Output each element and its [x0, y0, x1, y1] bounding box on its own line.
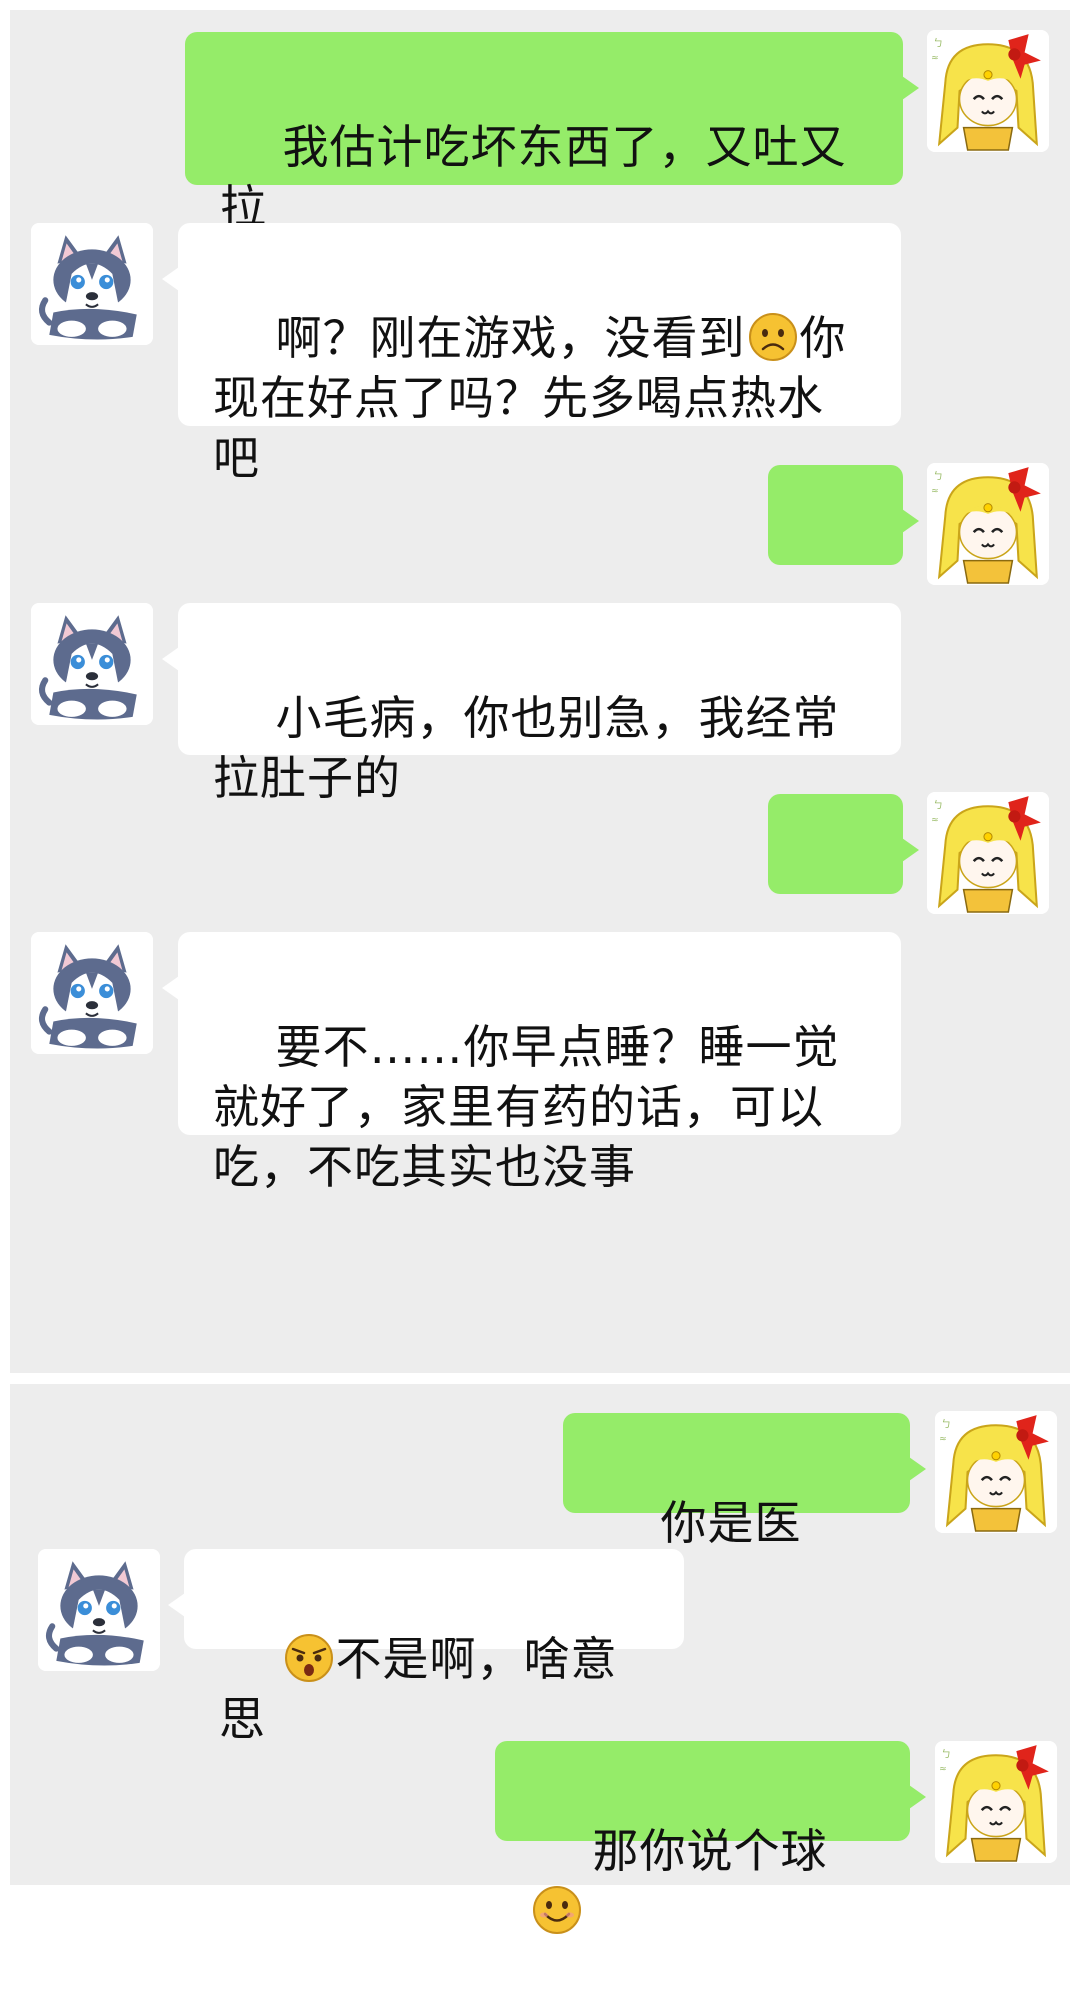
message-text: 我估计吃坏东西了，又吐又拉 [220, 120, 847, 234]
anime-girl-red-bow-avatar-icon [927, 792, 1049, 914]
message-text: 不是啊，啥意思 [219, 1632, 618, 1746]
sad-face-emoji-icon [748, 312, 798, 362]
message-bubble-received[interactable]: 小毛病，你也别急，我经常拉肚子的 [162, 603, 901, 805]
message-bubble-sent[interactable]: 哦 [768, 465, 919, 662]
message-text: 要不……你早点睡？睡一觉就好了，家里有药的话，可以吃，不吃其实也没事 [213, 1020, 840, 1194]
message-bubble-sent[interactable]: 那你说个球 [495, 1741, 926, 1841]
message-text-before: 啊？刚在游戏，没看到 [275, 311, 746, 365]
self-avatar[interactable] [935, 1741, 1057, 1863]
message-text: 小毛病，你也别急，我经常拉肚子的 [213, 691, 840, 805]
shocked-face-emoji-icon [284, 1633, 334, 1683]
self-avatar[interactable] [927, 30, 1049, 152]
chat-screenshot-top: 我估计吃坏东西了，又吐又拉 啊？刚在游戏，没看到 你现在好点了吗？先多喝点热水吧 … [10, 10, 1070, 1373]
husky-dog-avatar-icon [38, 1549, 160, 1671]
friend-avatar[interactable] [31, 223, 153, 345]
chat-screenshot-bottom: 你是医生？ 不是啊，啥意思 那你说个球 [10, 1384, 1070, 1885]
husky-dog-avatar-icon [31, 932, 153, 1054]
friend-avatar[interactable] [38, 1549, 160, 1671]
smile-face-emoji-icon [532, 1885, 582, 1935]
anime-girl-red-bow-avatar-icon [927, 463, 1049, 585]
husky-dog-avatar-icon [31, 603, 153, 725]
friend-avatar[interactable] [31, 932, 153, 1054]
message-bubble-sent[interactable]: 你是医生？ [563, 1413, 926, 1610]
friend-avatar[interactable] [31, 603, 153, 725]
anime-girl-red-bow-avatar-icon [935, 1741, 1057, 1863]
message-bubble-sent[interactable]: 哦 [768, 794, 919, 991]
self-avatar[interactable] [935, 1411, 1057, 1533]
message-bubble-sent[interactable]: 我估计吃坏东西了，又吐又拉 [185, 32, 919, 234]
husky-dog-avatar-icon [31, 223, 153, 345]
message-text: 那你说个球 [592, 1824, 828, 1878]
message-bubble-received[interactable]: 要不……你早点睡？睡一觉就好了，家里有药的话，可以吃，不吃其实也没事 [162, 932, 901, 1194]
anime-girl-red-bow-avatar-icon [927, 30, 1049, 152]
anime-girl-red-bow-avatar-icon [935, 1411, 1057, 1533]
self-avatar[interactable] [927, 792, 1049, 914]
message-bubble-received[interactable]: 不是啊，啥意思 [168, 1549, 684, 1746]
self-avatar[interactable] [927, 463, 1049, 585]
message-bubble-received[interactable]: 啊？刚在游戏，没看到 你现在好点了吗？先多喝点热水吧 [162, 223, 901, 485]
